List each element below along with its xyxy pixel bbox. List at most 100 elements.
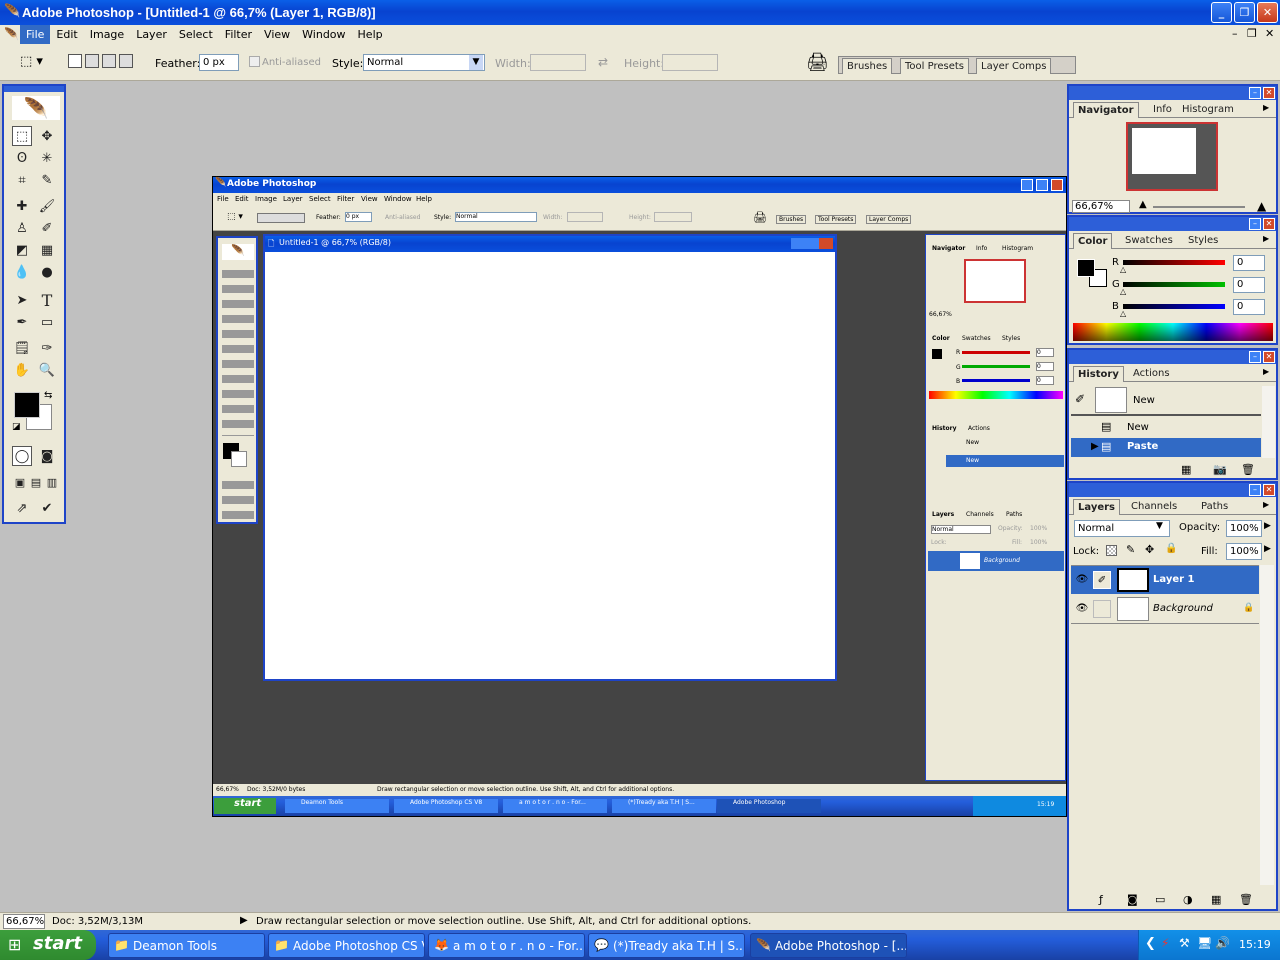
history-panel-header[interactable]: – ✕: [1069, 350, 1276, 364]
opacity-input[interactable]: 100%: [1226, 520, 1262, 537]
layers-scrollbar[interactable]: [1260, 565, 1274, 885]
navigator-close-icon[interactable]: ✕: [1263, 87, 1275, 99]
history-scrollbar[interactable]: [1262, 386, 1275, 458]
tab-actions[interactable]: Actions: [1129, 366, 1174, 382]
tab-history[interactable]: History: [1073, 366, 1124, 382]
channel-b-thumb-icon[interactable]: △: [1120, 309, 1126, 318]
restore-button[interactable]: ❐: [1234, 2, 1255, 23]
slice-tool-icon[interactable]: ✎: [37, 170, 57, 190]
clone-stamp-icon[interactable]: ♙: [12, 218, 32, 238]
navigator-thumbnail[interactable]: [1126, 122, 1218, 191]
photoshop-feather-icon[interactable]: 🪶: [12, 96, 60, 120]
magic-wand-icon[interactable]: ✳: [37, 148, 57, 168]
adjustment-layer-icon[interactable]: ◑: [1183, 893, 1193, 906]
zoom-out-icon[interactable]: ▲: [1139, 199, 1147, 210]
new-snapshot-icon[interactable]: 📷: [1213, 463, 1227, 476]
lock-transparency-icon[interactable]: [1106, 545, 1117, 556]
channel-g-slider[interactable]: [1123, 282, 1225, 287]
menu-select[interactable]: Select: [173, 25, 219, 44]
channel-g-thumb-icon[interactable]: △: [1120, 287, 1126, 296]
quick-mask-icon[interactable]: ◙: [37, 446, 57, 466]
color-minimize-icon[interactable]: –: [1249, 218, 1261, 230]
intersect-selection-icon[interactable]: [119, 54, 133, 68]
channel-r-slider[interactable]: [1123, 260, 1225, 265]
lasso-tool-icon[interactable]: ʘ: [12, 148, 32, 168]
color-panel-header[interactable]: – ✕: [1069, 217, 1276, 231]
start-button[interactable]: ⊞ start: [0, 930, 96, 960]
color-spectrum-ramp[interactable]: [1073, 323, 1273, 341]
new-selection-icon[interactable]: [68, 54, 82, 68]
subtract-selection-icon[interactable]: [102, 54, 116, 68]
panel-menu-arrow-icon[interactable]: ▶: [1263, 234, 1269, 243]
zoom-in-icon[interactable]: ▲: [1257, 199, 1266, 213]
dodge-tool-icon[interactable]: ●: [37, 262, 57, 282]
add-selection-icon[interactable]: [85, 54, 99, 68]
fill-input[interactable]: 100%: [1226, 543, 1262, 560]
navigator-zoom-field[interactable]: 66,67%: [1072, 200, 1130, 213]
lock-position-icon[interactable]: ✥: [1145, 543, 1154, 556]
eraser-tool-icon[interactable]: ◩: [12, 240, 32, 260]
chevron-down-icon[interactable]: ▼: [1156, 521, 1163, 531]
tab-color[interactable]: Color: [1073, 233, 1113, 249]
tray-sound-icon[interactable]: 🔊: [1215, 936, 1230, 950]
layer-name[interactable]: Layer 1: [1153, 574, 1194, 585]
healing-brush-icon[interactable]: ✚: [12, 196, 32, 216]
color-fg-swatch[interactable]: [1077, 259, 1095, 277]
tab-info[interactable]: Info: [1149, 102, 1176, 118]
swap-colors-icon[interactable]: ⇆: [44, 390, 52, 401]
new-document-from-state-icon[interactable]: ▦: [1181, 463, 1191, 476]
history-state-row[interactable]: ▤ New: [1071, 418, 1261, 437]
menu-image[interactable]: Image: [84, 25, 130, 44]
tray-expand-icon[interactable]: ❮: [1145, 936, 1156, 951]
menu-file[interactable]: File: [20, 25, 51, 44]
history-minimize-icon[interactable]: –: [1249, 351, 1261, 363]
layer-style-icon[interactable]: ƒ: [1099, 893, 1103, 906]
type-tool-icon[interactable]: T: [37, 290, 57, 310]
layers-panel-header[interactable]: – ✕: [1069, 483, 1276, 497]
navigator-panel-header[interactable]: – ✕: [1069, 86, 1276, 100]
pen-tool-icon[interactable]: ✒: [12, 312, 32, 332]
color-close-icon[interactable]: ✕: [1263, 218, 1275, 230]
hand-tool-icon[interactable]: ✋: [12, 360, 32, 380]
panel-menu-arrow-icon[interactable]: ▶: [1263, 367, 1269, 376]
height-input[interactable]: [662, 54, 718, 71]
screen-mode-full-icon[interactable]: ▥: [42, 472, 62, 492]
layer-set-icon[interactable]: ▭: [1155, 893, 1165, 906]
history-brush-icon[interactable]: ✐: [37, 218, 57, 238]
antialias-checkbox[interactable]: [249, 56, 260, 67]
tab-layers[interactable]: Layers: [1073, 499, 1120, 515]
style-select[interactable]: Normal: [363, 54, 485, 71]
width-input[interactable]: [530, 54, 586, 71]
trash-icon[interactable]: 🗑: [1239, 893, 1253, 906]
move-tool-icon[interactable]: ✥: [37, 126, 57, 146]
panel-menu-arrow-icon[interactable]: ▶: [1263, 103, 1269, 112]
app-menu-icon[interactable]: 🪶: [4, 27, 19, 41]
tray-antivirus-icon[interactable]: ⚡: [1161, 936, 1169, 950]
brush-tool-icon[interactable]: 🖌: [37, 196, 57, 216]
task-amotor[interactable]: 🦊 a m o t o r . n o - For...: [428, 933, 585, 958]
menu-view[interactable]: View: [258, 25, 296, 44]
gradient-tool-icon[interactable]: ▦: [37, 240, 57, 260]
channel-g-value[interactable]: 0: [1233, 277, 1265, 293]
eyedropper-tool-icon[interactable]: ✑: [37, 338, 57, 358]
doc-minimize-button[interactable]: –: [1232, 27, 1238, 40]
menu-help[interactable]: Help: [352, 25, 389, 44]
feather-input[interactable]: 0 px: [199, 54, 239, 71]
history-close-icon[interactable]: ✕: [1263, 351, 1275, 363]
history-brush-source-icon[interactable]: ✐: [1075, 392, 1085, 406]
tab-styles[interactable]: Styles: [1184, 233, 1222, 249]
channel-r-value[interactable]: 0: [1233, 255, 1265, 271]
channel-b-slider[interactable]: [1123, 304, 1225, 309]
marquee-tool-icon[interactable]: ⬚: [12, 126, 32, 146]
fill-arrow-icon[interactable]: ▶: [1264, 544, 1271, 554]
history-state-row-selected[interactable]: ▶ ▤ Paste: [1071, 438, 1261, 457]
doc-restore-button[interactable]: ❐: [1247, 27, 1257, 40]
well-tab-tool-presets[interactable]: Tool Presets: [900, 58, 969, 74]
layer-name[interactable]: Background: [1153, 603, 1213, 614]
jump-to-imageready-icon[interactable]: ⇗: [12, 498, 32, 518]
brush-link-icon[interactable]: ✐: [1093, 571, 1111, 589]
channel-b-value[interactable]: 0: [1233, 299, 1265, 315]
channel-r-thumb-icon[interactable]: △: [1120, 265, 1126, 274]
notes-tool-icon[interactable]: 🗒: [12, 338, 32, 358]
doc-close-button[interactable]: ✕: [1265, 27, 1274, 40]
